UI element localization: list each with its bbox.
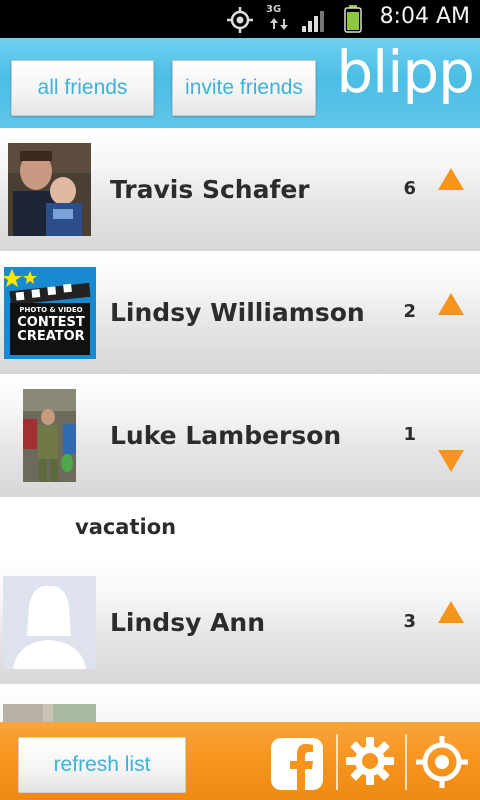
arrow-down-icon[interactable]	[438, 450, 464, 472]
friend-count: 6	[403, 178, 416, 199]
avatar	[8, 143, 91, 236]
friend-row[interactable]	[0, 684, 480, 722]
friend-row[interactable]: Lindsy Ann 3	[0, 561, 480, 685]
friend-name: Lindsy Ann	[110, 608, 266, 637]
signal-strength-icon	[302, 11, 324, 32]
header-bar: all friends invite friends blipp	[0, 38, 480, 128]
avatar	[23, 389, 76, 482]
footer-divider	[405, 734, 407, 790]
friend-row[interactable]: Luke Lamberson 1	[0, 374, 480, 498]
friend-row[interactable]: PHOTO & VIDEO CONTEST CREATOR Lindsy Wil…	[0, 251, 480, 375]
status-bar: 3G 8:04 AM	[0, 0, 480, 38]
avatar	[3, 704, 96, 722]
all-friends-button[interactable]: all friends	[11, 60, 154, 116]
data-activity-icon	[270, 18, 288, 30]
friend-name: Luke Lamberson	[110, 421, 342, 450]
network-type-icon: 3G	[266, 4, 282, 15]
arrow-up-icon[interactable]	[438, 601, 464, 623]
location-target-icon[interactable]	[416, 736, 468, 788]
detail-text: vacation	[75, 515, 177, 539]
app-logo: blipp	[336, 38, 475, 106]
friend-name: Lindsy Williamson	[110, 298, 365, 327]
friends-list: Travis Schafer 6 PHOTO & VIDEO CONTEST C…	[0, 128, 480, 722]
clock: 8:04 AM	[379, 4, 470, 29]
footer-divider	[336, 734, 338, 790]
footer-bar: refresh list	[0, 722, 480, 800]
facebook-icon[interactable]	[270, 737, 324, 791]
friend-name: Travis Schafer	[110, 175, 310, 204]
avatar-caption: PHOTO & VIDEO CONTEST CREATOR	[17, 306, 85, 344]
avatar: PHOTO & VIDEO CONTEST CREATOR	[4, 267, 96, 359]
gear-icon[interactable]	[345, 736, 395, 786]
battery-icon	[344, 5, 362, 33]
friend-count: 1	[403, 424, 416, 445]
expanded-detail: vacation	[0, 497, 480, 561]
friend-count: 2	[403, 301, 416, 322]
default-avatar-icon	[3, 576, 96, 669]
friend-row[interactable]: Travis Schafer 6	[0, 128, 480, 252]
arrow-up-icon[interactable]	[438, 293, 464, 315]
invite-friends-button[interactable]: invite friends	[172, 60, 316, 116]
refresh-list-button[interactable]: refresh list	[18, 737, 186, 793]
avatar	[3, 576, 96, 669]
arrow-up-icon[interactable]	[438, 168, 464, 190]
gps-icon	[227, 7, 253, 33]
friend-count: 3	[403, 611, 416, 632]
